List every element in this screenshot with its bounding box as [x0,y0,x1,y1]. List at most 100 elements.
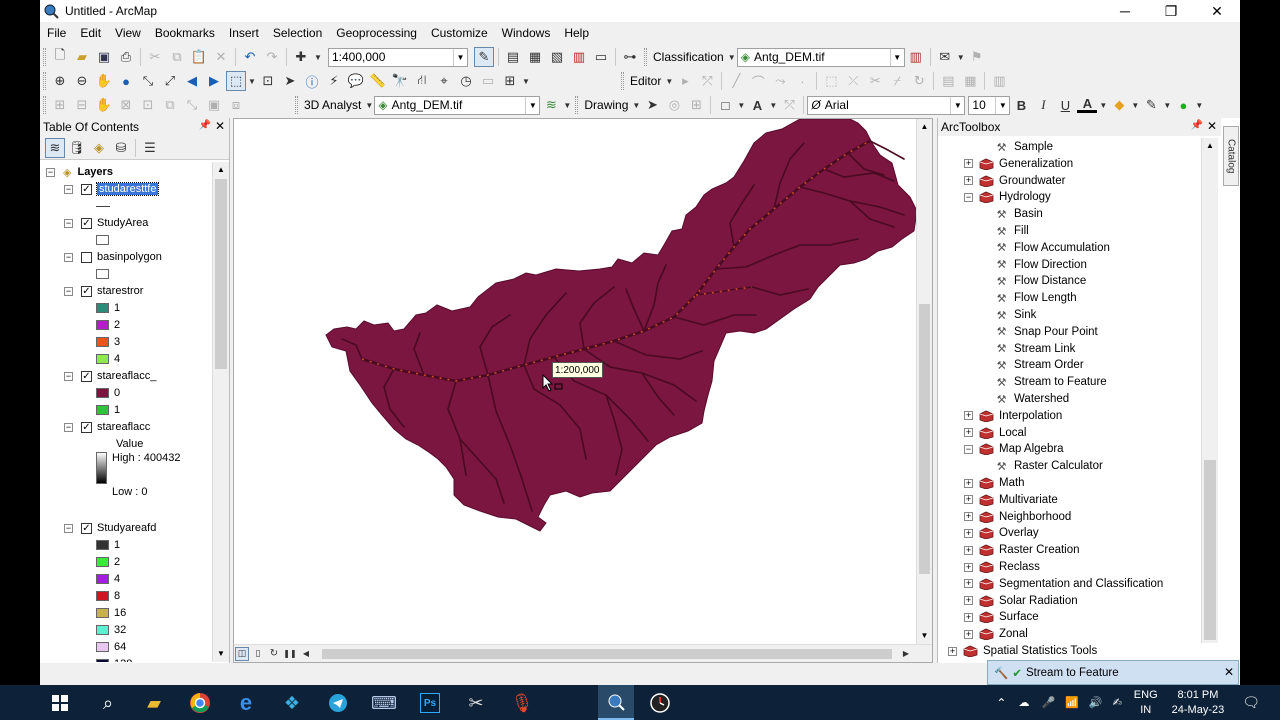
tool-stream-link[interactable]: ⚒ Stream Link [994,341,1076,357]
search-window-icon[interactable]: ▧ [547,47,567,67]
map-vscroll-thumb[interactable] [919,304,930,574]
go-to-xy-icon[interactable]: ⌖ [434,71,454,91]
chevron-up-icon[interactable]: ⌃ [996,696,1006,710]
expand-icon[interactable]: + [948,646,957,656]
tool-raster-calculator[interactable]: ⚒ Raster Calculator [994,458,1103,474]
point-icon[interactable]: · [792,71,812,91]
pin-icon[interactable]: 📌 [199,120,211,131]
flicker-icon[interactable]: ⚑ [967,47,987,67]
maximize-button[interactable]: ❐ [1148,0,1194,22]
tool-flow-distance[interactable]: ⚒ Flow Distance [994,273,1087,289]
delete-icon[interactable]: ✕ [211,47,231,67]
notifications-icon[interactable]: 🗨 [1242,694,1260,711]
expand-icon[interactable]: + [964,478,973,488]
data-view[interactable]: 1:200,000 ▲ ▼ ◫ ▯ ↻ ❚❚ ◀ ▶ [233,118,933,663]
python-window-icon[interactable]: ▭ [591,47,611,67]
layer-visibility-checkbox[interactable]: ✓ [81,522,92,534]
forward-arrow-icon[interactable]: ▶ [204,71,224,91]
microphone-icon[interactable]: 🎙 [508,689,536,717]
edit-vertices-icon[interactable]: ⬚ [821,71,841,91]
menu-file[interactable]: File [40,22,73,44]
add-data-dropdown-icon[interactable]: ▼ [313,47,323,67]
pin-icon[interactable]: 📌 [1191,120,1203,131]
layer-visibility-checkbox[interactable]: ✓ [81,217,92,229]
expand-icon[interactable]: + [964,562,973,572]
editor-dropdown-icon[interactable]: ▼ [665,71,673,91]
font-color-button[interactable]: A [1077,96,1098,113]
viewer-window-icon[interactable]: ▭ [478,71,498,91]
layer-visibility-checkbox[interactable]: ✓ [81,183,92,195]
layer-visibility-checkbox[interactable]: ✓ [81,421,92,433]
time-slider-icon[interactable]: ◷ [456,71,476,91]
find-icon[interactable]: 🔭 [390,71,410,91]
chevron-down-icon[interactable]: ▼ [889,48,904,66]
layer-tool-9-icon[interactable]: ⧈ [226,95,246,115]
rectangle-dropdown-icon[interactable]: ▼ [737,95,745,115]
layer-tool-7-icon[interactable]: ⤡ [182,95,202,115]
underline-button[interactable]: U [1055,95,1075,115]
magnifier-dropdown-icon[interactable]: ▼ [522,71,530,91]
menu-selection[interactable]: Selection [266,22,329,44]
3d-analyst-label[interactable]: 3D Analyst [301,98,364,112]
volume-icon[interactable]: 🔊 [1089,696,1103,709]
telegram-icon[interactable] [324,689,352,717]
notification-close-icon[interactable]: ✕ [1224,665,1234,679]
expand-icon[interactable]: + [964,512,973,522]
collapse-icon[interactable]: − [64,371,73,381]
editor-menu-label[interactable]: Editor [627,74,664,88]
editor-toolbar-icon[interactable]: ✎ [474,47,494,67]
tool-snap-pour-point[interactable]: ⚒ Snap Pour Point [994,324,1098,340]
tool-sink[interactable]: ⚒ Sink [994,307,1037,323]
legend-class[interactable]: 3 [96,334,120,350]
tool-fill[interactable]: ⚒ Fill [994,223,1029,239]
drawing-menu-label[interactable]: Drawing [581,98,631,112]
identify-icon[interactable]: ⓘ [302,71,322,91]
hyperlink-icon[interactable]: ⚡ [324,71,344,91]
list-by-drawing-order-icon[interactable]: ≋ [45,137,65,158]
windows-start-icon[interactable] [46,689,74,717]
arcmap-taskbar-icon[interactable] [598,685,634,720]
expand-icon[interactable]: + [964,428,973,438]
contour-icon[interactable]: ≋ [541,95,561,115]
toolset-raster-creation[interactable]: + Raster Creation [964,542,1080,558]
toc-close-icon[interactable]: ✕ [215,119,225,133]
layer-studyareafd[interactable]: − ✓ Studyareafd [64,520,156,536]
layout-view-icon[interactable]: ▯ [251,647,265,661]
legend-class[interactable]: 1 [96,537,120,553]
tool-flow-accumulation[interactable]: ⚒ Flow Accumulation [994,240,1110,256]
collapse-icon[interactable]: − [64,218,73,228]
zoom-whole-page-icon[interactable]: ⊞ [686,95,706,115]
contour-dropdown-icon[interactable]: ▼ [563,95,571,115]
collapse-icon[interactable]: − [964,444,973,454]
classification-dropdown-icon[interactable]: ▼ [728,47,736,67]
scroll-up-icon[interactable]: ▲ [917,119,932,135]
scroll-down-icon[interactable]: ▼ [917,628,932,644]
line-symbol[interactable] [96,198,110,214]
wifi-icon[interactable]: 📶 [1065,696,1079,709]
chevron-down-icon[interactable]: ▼ [950,96,965,114]
table-of-contents-icon[interactable]: ▤ [503,47,523,67]
expand-icon[interactable]: + [964,612,973,622]
layer-visibility-checkbox[interactable]: ✓ [81,285,92,297]
text-tool-icon[interactable]: A [747,95,767,115]
edit-tool-icon[interactable]: ▸ [675,71,695,91]
histogram-icon[interactable]: ▥ [906,47,926,67]
select-features-icon[interactable]: ⬚ [226,71,246,91]
text-dropdown-icon[interactable]: ▼ [769,95,777,115]
attributes-icon[interactable]: ▤ [938,71,958,91]
redo-icon[interactable]: ↷ [262,47,282,67]
collapse-icon[interactable]: − [64,286,73,296]
font-size-combo[interactable]: 10 ▼ [968,95,1011,115]
layer-tool-8-icon[interactable]: ▣ [204,95,224,115]
select-elements-arrow-icon[interactable]: ➤ [642,95,662,115]
layer-stareaflacc[interactable]: − ✓ stareaflacc [64,419,150,435]
menu-windows[interactable]: Windows [495,22,558,44]
stretch-color-ramp[interactable] [96,452,107,484]
chevron-down-icon[interactable]: ▼ [995,96,1010,114]
fixed-zoom-out-icon[interactable]: ⤢ [160,71,180,91]
expand-icon[interactable]: + [964,528,973,538]
menu-edit[interactable]: Edit [73,22,108,44]
bold-button[interactable]: B [1011,95,1031,115]
legend-class[interactable]: 4 [96,351,120,367]
model-builder-icon[interactable]: ⊶ [620,47,640,67]
